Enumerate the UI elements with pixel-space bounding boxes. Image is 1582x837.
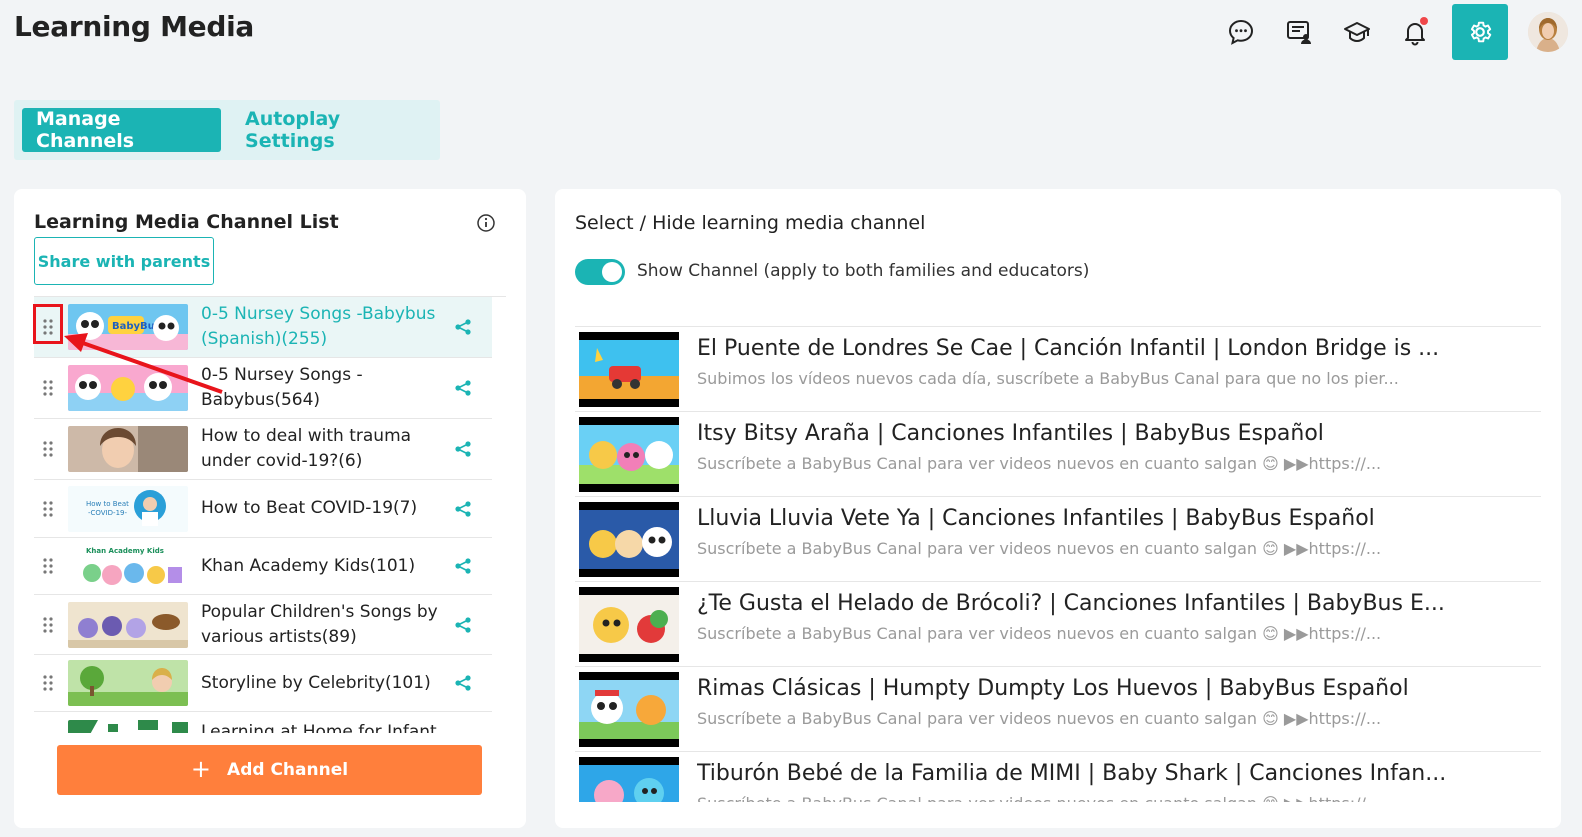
channel-thumbnail — [68, 426, 188, 472]
channel-thumbnail — [68, 601, 188, 648]
bell-icon[interactable] — [1395, 12, 1435, 52]
video-description: Subimos los vídeos nuevos cada día, susc… — [697, 369, 1399, 388]
video-description: Suscríbete a BabyBus Canal para ver vide… — [697, 454, 1382, 473]
channel-thumbnail: How to Beat -COVID-19- — [68, 485, 188, 532]
video-title[interactable]: Tiburón Bebé de la Familia de MIMI | Bab… — [697, 761, 1537, 786]
channel-name[interactable]: Storyline by Celebrity(101) — [201, 671, 451, 696]
video-thumbnail[interactable] — [579, 587, 679, 662]
video-description: Suscríbete a BabyBus Canal para ver vide… — [697, 539, 1382, 558]
drag-handle-icon[interactable] — [34, 615, 62, 635]
channel-thumbnail — [68, 365, 188, 411]
tab-manage-channels[interactable]: Manage Channels — [22, 108, 222, 152]
channel-thumbnail: Khan Academy Kids — [68, 543, 188, 589]
drag-handle-icon[interactable] — [34, 439, 62, 459]
video-row[interactable]: El Puente de Londres Se Cae | Canción In… — [575, 327, 1541, 412]
channel-list-panel: Learning Media Channel List Share with p… — [14, 189, 526, 828]
video-row[interactable]: Itsy Bitsy Araña | Canciones Infantiles … — [575, 412, 1541, 497]
channel-row[interactable]: Learning at Home for Infant — [34, 712, 492, 733]
drag-handle-icon[interactable] — [34, 556, 62, 576]
channel-list-title: Learning Media Channel List — [34, 211, 339, 233]
share-icon[interactable] — [454, 557, 472, 575]
video-title[interactable]: Rimas Clásicas | Humpty Dumpty Los Huevo… — [697, 676, 1537, 701]
video-description: Suscríbete a BabyBus Canal para ver vide… — [697, 624, 1382, 643]
channel-name[interactable]: Popular Children's Songs by various arti… — [201, 600, 451, 650]
add-channel-label: Add Channel — [227, 760, 349, 780]
video-list: El Puente de Londres Se Cae | Canción In… — [575, 326, 1541, 802]
top-bar: Learning Media — [0, 0, 1582, 70]
drag-handle-icon[interactable] — [34, 378, 62, 398]
gear-icon — [1470, 21, 1492, 43]
toggle-knob — [602, 262, 622, 282]
video-thumbnail[interactable] — [579, 417, 679, 492]
drag-handle-icon[interactable] — [34, 673, 62, 693]
channel-name[interactable]: How to deal with trauma under covid-19?(… — [201, 424, 451, 474]
media-panel: Select / Hide learning media channel Sho… — [555, 189, 1561, 828]
video-row[interactable]: Rimas Clásicas | Humpty Dumpty Los Huevo… — [575, 667, 1541, 752]
share-icon[interactable] — [454, 616, 472, 634]
video-thumbnail[interactable] — [579, 672, 679, 747]
channel-name[interactable]: Khan Academy Kids(101) — [201, 554, 451, 579]
channel-name[interactable]: How to Beat COVID-19(7) — [201, 496, 451, 521]
channel-row[interactable]: 0-5 Nursey Songs - Babybus(564) — [34, 358, 492, 419]
add-channel-button[interactable]: + Add Channel — [57, 745, 482, 795]
channel-row[interactable]: How to Beat -COVID-19- How to Beat COVID-… — [34, 480, 492, 538]
share-with-parents-button[interactable]: Share with parents — [34, 237, 214, 285]
video-thumbnail[interactable] — [579, 332, 679, 407]
video-description: Suscríbete a BabyBus Canal para ver vide… — [697, 709, 1382, 728]
show-channel-label: Show Channel (apply to both families and… — [637, 261, 1090, 281]
annotation-highlight-box — [33, 304, 63, 344]
settings-button[interactable] — [1452, 4, 1508, 60]
video-title[interactable]: ¿Te Gusta el Helado de Brócoli? | Cancio… — [697, 591, 1537, 616]
top-icon-group — [1212, 4, 1568, 60]
channel-thumbnail: BabyBus — [68, 304, 188, 350]
channel-row[interactable]: Khan Academy Kids Khan Academy Kids(101) — [34, 538, 492, 595]
channel-name[interactable]: 0-5 Nursey Songs -Babybus (Spanish)(255) — [201, 302, 451, 352]
svg-text:How to Beat: How to Beat — [86, 500, 129, 508]
share-icon[interactable] — [454, 440, 472, 458]
video-thumbnail[interactable] — [579, 502, 679, 577]
avatar[interactable] — [1528, 12, 1568, 52]
share-icon[interactable] — [454, 500, 472, 518]
share-icon[interactable] — [454, 318, 472, 336]
channel-name[interactable]: 0-5 Nursey Songs - Babybus(564) — [201, 363, 451, 413]
share-icon[interactable] — [454, 674, 472, 692]
show-channel-toggle[interactable] — [575, 259, 625, 285]
channel-thumbnail — [68, 720, 188, 733]
plus-icon: + — [190, 755, 212, 783]
board-icon[interactable] — [1279, 12, 1319, 52]
channel-row[interactable]: Popular Children's Songs by various arti… — [34, 595, 492, 655]
video-row[interactable]: Lluvia Lluvia Vete Ya | Canciones Infant… — [575, 497, 1541, 582]
media-panel-title: Select / Hide learning media channel — [575, 212, 926, 234]
video-title[interactable]: El Puente de Londres Se Cae | Canción In… — [697, 336, 1537, 361]
video-description: Suscríbete a BabyBus Canal para ver vide… — [697, 794, 1537, 802]
video-row[interactable]: Tiburón Bebé de la Familia de MIMI | Bab… — [575, 752, 1541, 802]
chat-icon[interactable] — [1221, 12, 1261, 52]
video-title[interactable]: Itsy Bitsy Araña | Canciones Infantiles … — [697, 421, 1537, 446]
video-thumbnail[interactable] — [579, 757, 679, 802]
drag-handle-icon[interactable] — [34, 499, 62, 519]
channel-list: BabyBus 0-5 Nursey Songs -Babybus (Spani… — [34, 296, 506, 733]
channel-name[interactable]: Learning at Home for Infant — [201, 720, 451, 733]
page-title: Learning Media — [14, 10, 254, 43]
graduation-cap-icon[interactable] — [1337, 12, 1377, 52]
share-icon[interactable] — [454, 379, 472, 397]
channel-row[interactable]: BabyBus 0-5 Nursey Songs -Babybus (Spani… — [34, 297, 492, 358]
channel-row[interactable]: Storyline by Celebrity(101) — [34, 655, 492, 712]
svg-text:-COVID-19-: -COVID-19- — [88, 509, 127, 517]
svg-text:Khan Academy Kids: Khan Academy Kids — [86, 547, 164, 555]
channel-row[interactable]: How to deal with trauma under covid-19?(… — [34, 419, 492, 480]
video-row[interactable]: ¿Te Gusta el Helado de Brócoli? | Cancio… — [575, 582, 1541, 667]
video-title[interactable]: Lluvia Lluvia Vete Ya | Canciones Infant… — [697, 506, 1537, 531]
notification-dot — [1420, 17, 1428, 25]
info-icon[interactable] — [476, 213, 496, 233]
tab-bar: Manage Channels Autoplay Settings — [14, 100, 440, 160]
tab-autoplay-settings[interactable]: Autoplay Settings — [231, 108, 432, 152]
channel-thumbnail — [68, 660, 188, 706]
